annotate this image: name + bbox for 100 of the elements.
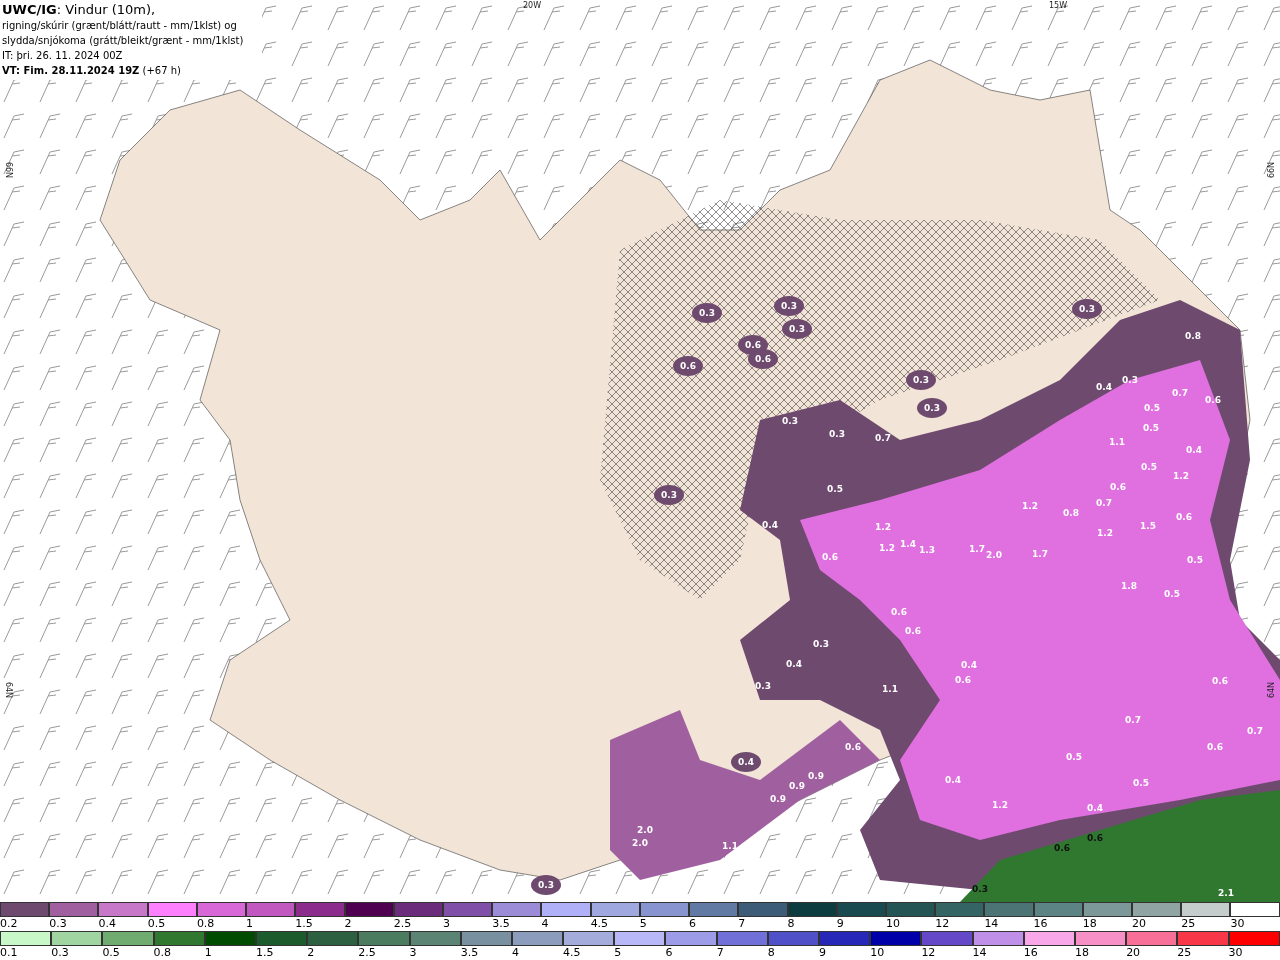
scale-label: 3.5: [460, 946, 479, 960]
value-label: 1.1: [882, 684, 898, 694]
value-label: 0.6: [1212, 676, 1228, 686]
value-label: 0.9: [770, 794, 786, 804]
scale-label: 5: [614, 946, 622, 960]
value-label: 0.3: [699, 308, 715, 318]
value-label: 0.4: [961, 660, 977, 670]
value-label: 0.3: [755, 681, 771, 691]
scale-label: 4: [541, 917, 549, 931]
value-label: 0.6: [822, 552, 838, 562]
scale-label: 2: [344, 917, 352, 931]
scale-label: 16: [1033, 917, 1048, 931]
scale-label: 25: [1181, 917, 1196, 931]
value-label: 0.5: [1144, 403, 1160, 413]
scale-label: 16: [1023, 946, 1038, 960]
value-label: 0.3: [924, 403, 940, 413]
value-label: 0.7: [1172, 388, 1188, 398]
scale-label: 5: [639, 917, 647, 931]
scale-label: 14: [984, 917, 999, 931]
scale-label: 3: [409, 946, 417, 960]
value-label: 1.1: [1109, 437, 1125, 447]
scale-label: 2.5: [393, 917, 412, 931]
scale-label: 0.8: [196, 917, 215, 931]
value-label: 0.7: [875, 433, 891, 443]
snowfall-spot: [774, 296, 804, 316]
value-label: 1.2: [1022, 501, 1038, 511]
value-label: 2.0: [632, 838, 648, 848]
value-label: 1.2: [1097, 528, 1113, 538]
snowfall-spot: [731, 752, 761, 772]
scale-label: 6: [689, 917, 697, 931]
value-label: 0.5: [1141, 462, 1157, 472]
value-label: 0.8: [1185, 331, 1201, 341]
value-label: 0.6: [1207, 742, 1223, 752]
value-label: 0.5: [1187, 555, 1203, 565]
scale-label: 2: [307, 946, 315, 960]
value-label: 0.7: [1125, 715, 1141, 725]
value-label: 0.9: [789, 781, 805, 791]
scale-label: 4: [511, 946, 519, 960]
snowfall-spot: [782, 319, 812, 339]
scale-label: 7: [738, 917, 746, 931]
scale-label: 4.5: [590, 917, 609, 931]
scale-label: 0.3: [51, 946, 69, 960]
scale-label: 12: [921, 946, 936, 960]
scale-label: 18: [1082, 917, 1097, 931]
snowfall-spot: [748, 349, 778, 369]
scale-label: 18: [1074, 946, 1089, 960]
value-label: 0.5: [827, 484, 843, 494]
value-label: 0.6: [905, 626, 921, 636]
value-label: 0.3: [972, 884, 988, 894]
value-label: 0.3: [829, 429, 845, 439]
grid-label: 20W: [522, 1, 542, 10]
value-label: 0.4: [1087, 803, 1103, 813]
grid-label: 64N: [1267, 681, 1276, 699]
header-line: UWC/IG: Vindur (10m),: [2, 2, 157, 18]
value-label: 0.4: [762, 520, 778, 530]
snowfall-spot: [906, 370, 936, 390]
value-label: 0.6: [955, 675, 971, 685]
scale-label: 8: [787, 917, 795, 931]
value-label: 1.2: [992, 800, 1008, 810]
scale-label: 30: [1230, 917, 1245, 931]
value-label: 1.2: [875, 522, 891, 532]
value-label: 0.6: [1176, 512, 1192, 522]
scale-label: 1: [246, 917, 254, 931]
scale-label: 0.1: [0, 946, 18, 960]
scale-label: 12: [935, 917, 950, 931]
scale-label: 10: [870, 946, 885, 960]
value-label: 0.6: [745, 340, 761, 350]
value-label: 0.3: [789, 324, 805, 334]
scale-label: 8: [767, 946, 775, 960]
value-label: 0.5: [1133, 778, 1149, 788]
value-label: 0.6: [1087, 833, 1103, 843]
header-line: rigning/skúrir (grænt/blátt/rautt - mm/1klst) og: [2, 19, 238, 33]
value-label: 0.3: [781, 301, 797, 311]
scale-label: 9: [819, 946, 826, 960]
value-label: 0.3: [1079, 304, 1095, 314]
value-label: 0.6: [680, 361, 696, 371]
value-label: 1.1: [722, 841, 738, 851]
value-label: 0.7: [1096, 498, 1112, 508]
grid-label: 15W: [1048, 1, 1068, 10]
snowfall-spot: [1072, 299, 1102, 319]
snowfall-spot: [917, 398, 947, 418]
scale-label: 3: [442, 917, 450, 931]
scale-label: 2.5: [358, 946, 376, 960]
scale-label: 0.3: [49, 917, 67, 931]
value-label: 0.6: [891, 607, 907, 617]
value-label: 0.4: [1186, 445, 1202, 455]
snowfall-spot: [654, 485, 684, 505]
scale-label: 1.5: [295, 917, 313, 931]
scale-label: 25: [1177, 946, 1192, 960]
value-label: 0.6: [1054, 843, 1070, 853]
value-label: 0.3: [661, 490, 677, 500]
snowfall-spot: [692, 303, 722, 323]
scale-label: 4.5: [563, 946, 581, 960]
scale-label: 14: [972, 946, 987, 960]
value-label: 0.5: [1164, 589, 1180, 599]
scale-label: 20: [1132, 917, 1147, 931]
scale-label: 10: [885, 917, 900, 931]
header-line: slydda/snjókoma (grátt/bleikt/grænt - mm/1klst): [2, 34, 245, 48]
scale-label: 9: [836, 917, 844, 931]
value-label: 0.3: [782, 416, 798, 426]
